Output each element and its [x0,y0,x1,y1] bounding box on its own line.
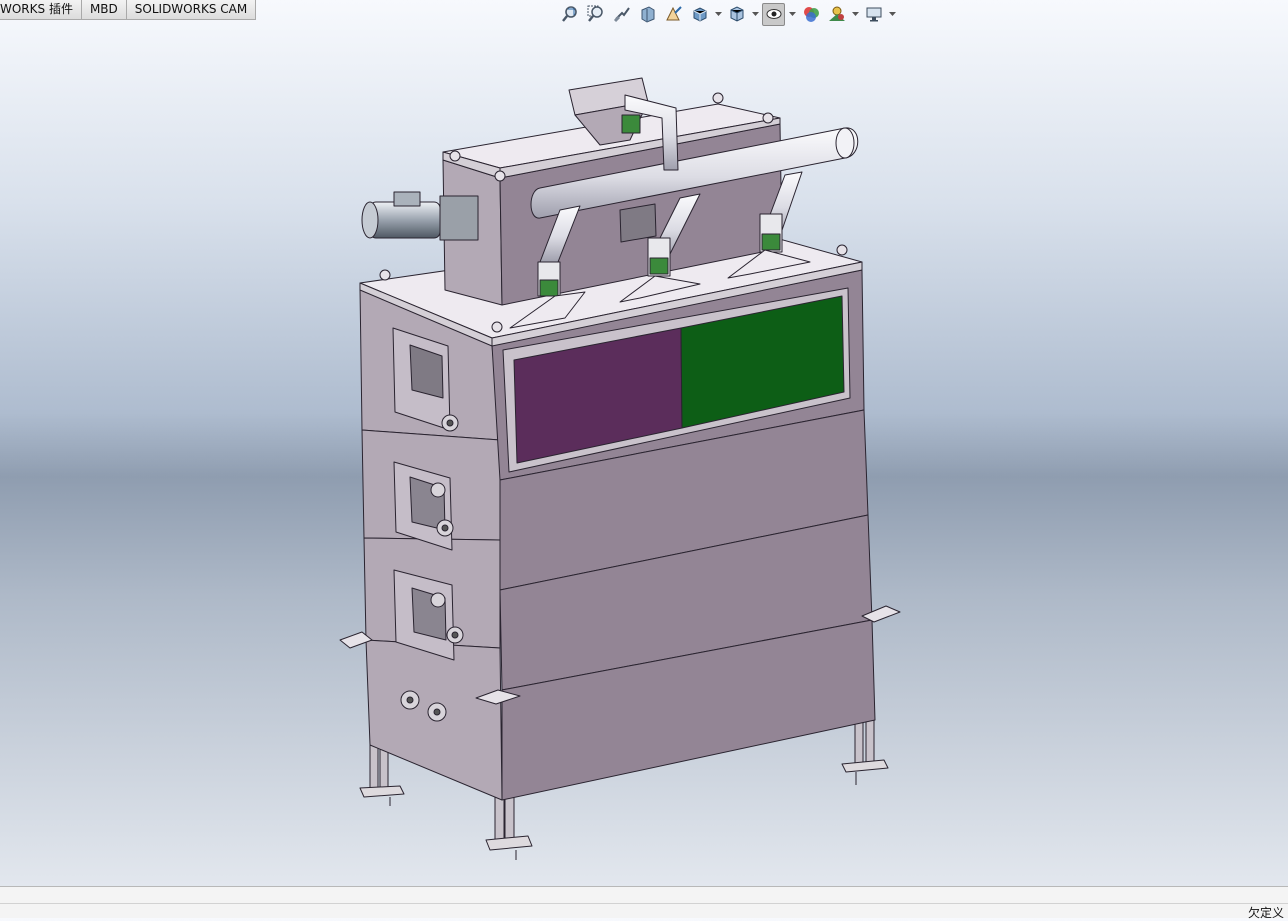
tab-mbd[interactable]: MBD [81,0,127,20]
status-bar-divider [0,903,1288,904]
left-face-doors [392,327,455,661]
status-definition-text: 欠定义 [1247,906,1284,920]
graphics-area[interactable] [0,20,1288,886]
status-bar: 欠定义 [0,886,1288,920]
drive-motor [361,191,479,241]
cad-model[interactable] [0,20,1288,886]
tab-solidworks-cam[interactable]: SOLIDWORKS CAM [126,0,257,20]
command-manager-tabs: WORKS 插件 MBD SOLIDWORKS CAM [0,0,257,20]
tab-solidworks-addins[interactable]: WORKS 插件 [0,0,82,20]
